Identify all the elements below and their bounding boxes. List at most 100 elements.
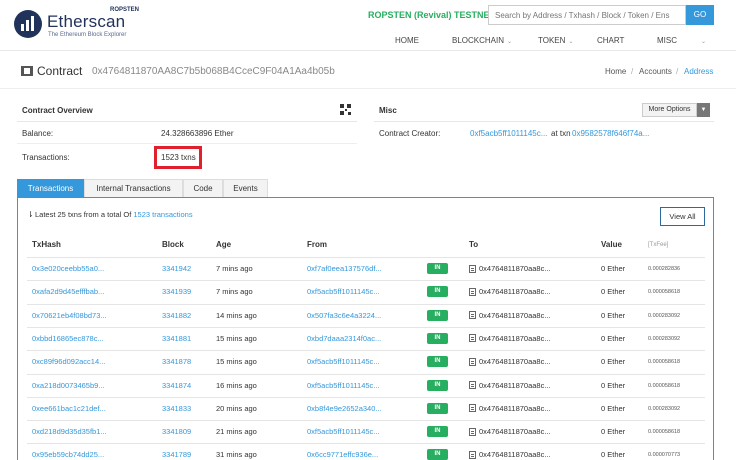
tx-fee: 0.000058618 xyxy=(648,359,681,366)
block-link[interactable]: 3341881 xyxy=(162,334,191,343)
row-divider xyxy=(27,326,705,328)
tx-value: 0 Ether xyxy=(601,264,626,273)
search-input[interactable] xyxy=(488,5,686,25)
to-address: 0x4764811870aa8c... xyxy=(479,380,551,390)
nav-misc[interactable]: MISC ⌄ xyxy=(657,36,706,45)
tab-events[interactable]: Events xyxy=(223,179,268,197)
breadcrumb-accounts[interactable]: Accounts xyxy=(639,67,672,76)
chevron-down-icon: ⌄ xyxy=(568,39,574,45)
from-address-link[interactable]: 0xf5acb5ff1011145c... xyxy=(307,381,380,390)
from-address-link[interactable]: 0xf5acb5ff1011145c... xyxy=(307,427,380,436)
overview-row-divider xyxy=(17,143,357,144)
tx-value: 0 Ether xyxy=(601,333,626,343)
block-link[interactable]: 3341939 xyxy=(162,287,191,296)
from-address-link[interactable]: 0x507fa3c6e4a3224... xyxy=(307,311,381,320)
col-value: Value xyxy=(601,240,622,249)
search-go-button[interactable]: GO xyxy=(686,5,714,25)
block-link[interactable]: 3341942 xyxy=(162,264,191,273)
tx-hash-link[interactable]: 0xbbd16865ec878c... xyxy=(32,334,104,343)
tx-fee: 0.000058618 xyxy=(648,429,681,436)
from-address-link[interactable]: 0xb8f4e9e2652a340... xyxy=(307,404,382,413)
tx-value: 0 Ether xyxy=(601,427,626,437)
tx-hash-link[interactable]: 0xd218d9d35d35fb1... xyxy=(32,427,107,436)
to-address: 0x4764811870aa8c... xyxy=(479,450,551,460)
chevron-down-icon[interactable]: ▼ xyxy=(697,103,710,117)
contract-address: 0x4764811870AA8C7b5b068B4CceC9F04A1Aa4b0… xyxy=(92,66,335,77)
tx-hash-link[interactable]: 0x95eb59cb74dd25... xyxy=(32,450,104,459)
from-address-link[interactable]: 0xbd7daaa2314f0ac... xyxy=(307,334,381,343)
tx-hash-link[interactable]: 0xc89f96d092acc14... xyxy=(32,357,105,366)
creator-address-link[interactable]: 0xf5acb5ff1011145c... xyxy=(470,129,547,138)
tx-hash-link[interactable]: 0x3e020ceebb55a0... xyxy=(32,264,104,273)
block-link[interactable]: 3341789 xyxy=(162,450,191,459)
tx-age: 21 mins ago xyxy=(216,427,257,437)
tx-fee: 0.000058618 xyxy=(648,289,681,296)
overview-divider xyxy=(17,121,357,122)
block-link[interactable]: 3341882 xyxy=(162,311,191,320)
creator-label: Contract Creator: xyxy=(379,129,441,138)
contract-file-icon xyxy=(469,381,476,389)
from-address-link[interactable]: 0xf5acb5ff1011145c... xyxy=(307,357,380,366)
tx-hash-link[interactable]: 0xafa2d9d45efffbab... xyxy=(32,287,104,296)
row-divider xyxy=(27,280,705,282)
tx-fee: 0.000282836 xyxy=(648,266,681,272)
overview-title: Contract Overview xyxy=(22,106,93,115)
to-address: 0x4764811870aa8c... xyxy=(479,357,551,367)
direction-badge: IN xyxy=(427,286,448,298)
balance-label: Balance: xyxy=(22,129,54,138)
nav-chart[interactable]: CHART xyxy=(597,36,624,45)
breadcrumb-separator: / xyxy=(676,67,679,76)
creator-tx-link[interactable]: 0x9582578f646f74a... xyxy=(572,129,649,138)
nav-blockchain-label: BLOCKCHAIN xyxy=(452,36,505,45)
nav-blockchain[interactable]: BLOCKCHAIN ⌄ xyxy=(452,36,512,45)
direction-badge: IN xyxy=(427,402,448,414)
contract-file-icon xyxy=(469,357,476,366)
etherscan-logo[interactable]: Etherscan ROPSTEN The Ethereum Block Exp… xyxy=(14,6,144,42)
row-divider xyxy=(27,420,705,422)
to-address: 0x4764811870aa8c... xyxy=(479,264,551,273)
to-address: 0x4764811870aa8c... xyxy=(479,403,551,413)
header-divider xyxy=(0,50,736,51)
tx-fee: 0.000058618 xyxy=(648,382,681,389)
contract-file-icon xyxy=(469,264,476,273)
row-divider xyxy=(27,350,705,352)
tx-age: 7 mins ago xyxy=(216,264,253,273)
tab-transactions[interactable]: Transactions xyxy=(17,179,84,197)
qr-code-icon[interactable] xyxy=(340,104,351,115)
total-transactions-link[interactable]: 1523 transactions xyxy=(133,210,192,219)
contract-file-icon xyxy=(469,404,476,413)
chevron-down-icon: ⌄ xyxy=(507,39,513,45)
block-link[interactable]: 3341874 xyxy=(162,381,191,390)
tx-age: 14 mins ago xyxy=(216,310,257,320)
tab-code[interactable]: Code xyxy=(183,179,223,197)
more-options-button[interactable]: More Options xyxy=(642,103,697,117)
chevron-down-icon: ⌄ xyxy=(701,39,707,45)
tx-hash-link[interactable]: 0xa218d0073465b9... xyxy=(32,381,105,390)
logo-chart-icon xyxy=(14,10,42,38)
breadcrumb-home[interactable]: Home xyxy=(605,67,626,76)
balance-value: 24.328663896 Ether xyxy=(161,129,234,138)
from-address-link[interactable]: 0x6cc9771effc936e... xyxy=(307,450,378,459)
nav-token-label: TOKEN xyxy=(538,36,566,45)
tx-value: 0 Ether xyxy=(601,403,626,413)
block-link[interactable]: 3341809 xyxy=(162,427,191,436)
title-divider xyxy=(0,88,736,89)
tx-hash-link[interactable]: 0x70621eb4f08bd73... xyxy=(32,311,107,320)
nav-home[interactable]: HOME xyxy=(395,36,419,45)
misc-divider xyxy=(374,121,714,122)
view-all-button[interactable]: View All xyxy=(660,207,705,226)
block-link[interactable]: 3341878 xyxy=(162,357,191,366)
tx-value: 0 Ether xyxy=(601,380,626,390)
tx-fee: 0.000070773 xyxy=(648,452,681,459)
tab-internal-transactions[interactable]: Internal Transactions xyxy=(84,179,183,197)
logo-network: ROPSTEN xyxy=(110,7,140,13)
at-txn-label: at txn xyxy=(551,129,571,138)
tx-value: 0 Ether xyxy=(601,310,626,320)
from-address-link[interactable]: 0xf7af0eea137576df... xyxy=(307,264,382,273)
site-header: Etherscan ROPSTEN The Ethereum Block Exp… xyxy=(0,0,736,50)
block-link[interactable]: 3341833 xyxy=(162,404,191,413)
tx-hash-link[interactable]: 0xee661bac1c21def... xyxy=(32,404,106,413)
nav-token[interactable]: TOKEN ⌄ xyxy=(538,36,573,45)
contract-file-icon xyxy=(469,334,476,343)
from-address-link[interactable]: 0xf5acb5ff1011145c... xyxy=(307,287,380,296)
